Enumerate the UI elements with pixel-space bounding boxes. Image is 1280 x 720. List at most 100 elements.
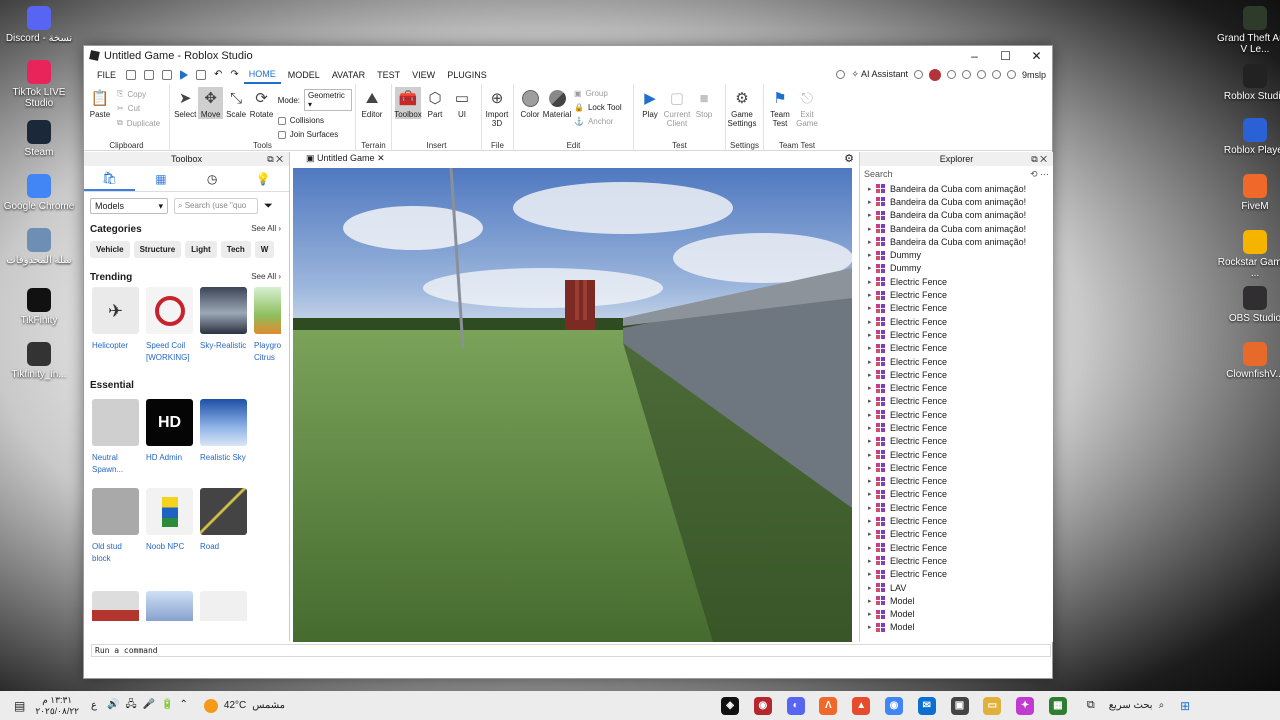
expand-arrow-icon[interactable]: ▸ [868,251,876,259]
explorer-item[interactable]: ▸ Electric Fence [868,302,1053,315]
task-view-icon[interactable]: ⧉ [1087,699,1095,712]
expand-arrow-icon[interactable]: ▸ [868,530,876,538]
category-light[interactable]: Light [185,241,217,258]
category-tech[interactable]: Tech [220,241,251,258]
asset-card[interactable]: Road [200,488,247,565]
explorer-item[interactable]: ▸ Electric Fence [868,288,1053,301]
expand-arrow-icon[interactable]: ▸ [868,384,876,392]
expand-arrow-icon[interactable]: ▸ [868,451,876,459]
toolbox-button[interactable]: 🧰 Toolbox [394,87,422,119]
trending-see-all[interactable]: See All › [251,272,281,283]
explorer-item[interactable]: ▸ LAV [868,581,1053,594]
desktop-icon[interactable]: TikTok LIVE Studio [1,60,77,109]
desktop-icon[interactable]: Roblox Studio [1217,64,1280,102]
asset-card[interactable] [146,591,193,621]
expand-arrow-icon[interactable]: ▸ [868,623,876,631]
redo-icon[interactable]: ↷ [230,69,238,80]
explorer-item[interactable]: ▸ Electric Fence [868,475,1053,488]
expand-arrow-icon[interactable]: ▸ [868,397,876,405]
collisions-checkbox[interactable] [277,116,286,125]
viewport-scene[interactable] [293,168,852,642]
expand-arrow-icon[interactable]: ▸ [868,185,876,193]
new-file-icon[interactable] [126,69,137,80]
asset-card[interactable] [92,591,139,621]
expand-arrow-icon[interactable]: ▸ [868,584,876,592]
import3d-button[interactable]: ⊕ Import 3D [485,87,509,129]
explorer-search-input[interactable]: Search ⟲ ⋯ [860,166,1053,182]
tab-untitled-game[interactable]: ▣ Untitled Game ✕ [300,152,391,165]
tab-recent[interactable]: ◷ [187,166,238,191]
explorer-item[interactable]: ▸ Electric Fence [868,381,1053,394]
roblox-studio-taskbar-icon[interactable]: ◈ [721,696,740,715]
join-surfaces-checkbox[interactable] [277,130,286,139]
duplicate-button[interactable]: ⧉ Duplicate [117,118,160,128]
explorer-item[interactable]: ▸ Electric Fence [868,368,1053,381]
expand-arrow-icon[interactable]: ▸ [868,504,876,512]
expand-arrow-icon[interactable]: ▸ [868,490,876,498]
expand-arrow-icon[interactable]: ▸ [868,225,876,233]
explorer-item[interactable]: ▸ Electric Fence [868,421,1053,434]
chrome-taskbar-icon[interactable]: ◉ [884,696,903,715]
menu-file[interactable]: FILE [92,67,121,83]
explorer-item[interactable]: ▸ Bandeira da Cuba com animação! [868,195,1053,208]
expand-arrow-icon[interactable]: ▸ [868,437,876,445]
toolbox-close-icon[interactable]: ⧉ ✕ [267,152,283,166]
explorer-item[interactable]: ▸ Bandeira da Cuba com animação! [868,222,1053,235]
part-button[interactable]: ⬡ Part [422,87,448,120]
explorer-item[interactable]: ▸ Electric Fence [868,275,1053,288]
color-button[interactable]: Color [517,87,543,119]
expand-arrow-icon[interactable]: ▸ [868,344,876,352]
expand-arrow-icon[interactable]: ▸ [868,358,876,366]
desktop-icon[interactable]: Roblox Player [1217,118,1280,156]
tab-creations[interactable]: 💡 [238,166,289,191]
explorer-close-icon[interactable]: ⧉ ✕ [1031,152,1047,166]
play-button[interactable]: ▶ Play [637,87,663,120]
desktop-icon[interactable]: Google Chrome [1,174,77,212]
stop-button[interactable]: ■ Stop [691,87,717,120]
explorer-item[interactable]: ▸ Electric Fence [868,408,1053,421]
expand-arrow-icon[interactable]: ▸ [868,544,876,552]
expand-arrow-icon[interactable]: ▸ [868,331,876,339]
tiktok-live-taskbar-icon[interactable]: ▲ [852,696,871,715]
team-test-button[interactable]: ⚑ Team Test [767,87,793,129]
game-settings-button[interactable]: ⚙ Game Settings [728,87,757,129]
asset-card[interactable]: Neutral Spawn... [92,399,139,476]
menu-plugins[interactable]: PLUGINS [442,67,492,83]
desktop-icon[interactable]: TikFinity [1,288,77,326]
menu-model[interactable]: MODEL [283,67,325,83]
explorer-item[interactable]: ▸ Bandeira da Cuba com animação! [868,209,1053,222]
menu-avatar[interactable]: AVATAR [327,67,370,83]
sync-icon[interactable] [913,70,923,79]
weather-widget[interactable]: 42°C مشمس [203,698,285,713]
menu-test[interactable]: TEST [372,67,405,83]
asset-card[interactable]: Realistic Sky [200,399,247,476]
asset-type-dropdown[interactable]: Models ▾ [90,198,168,214]
ui-button[interactable]: ▭ UI [449,87,475,120]
viewport-settings-icon[interactable]: ⚙ [844,152,854,165]
cloud-icon[interactable] [991,70,1001,79]
collisions-toggle[interactable]: Collisions [277,116,352,125]
expand-arrow-icon[interactable]: ▸ [868,477,876,485]
discord-taskbar-icon[interactable]: ◐ [786,696,805,715]
start-icon[interactable]: ⊞ [1180,699,1190,713]
explorer-item[interactable]: ▸ Electric Fence [868,554,1053,567]
explorer-item[interactable]: ▸ Electric Fence [868,568,1053,581]
explorer-item[interactable]: ▸ Dummy [868,248,1053,261]
menu-home[interactable]: HOME [243,66,281,84]
explorer-item[interactable]: ▸ Electric Fence [868,488,1053,501]
explorer-item[interactable]: ▸ Electric Fence [868,315,1053,328]
explorer-item[interactable]: ▸ Model [868,621,1053,634]
ai-assistant-button[interactable]: ✧ AI Assistant [851,69,908,80]
minimize-button[interactable]: – [959,49,990,63]
explorer-item[interactable]: ▸ Model [868,594,1053,607]
expand-arrow-icon[interactable]: ▸ [868,610,876,618]
explorer-item[interactable]: ▸ Electric Fence [868,541,1053,554]
asset-card[interactable]: Noob NPC [146,488,193,565]
terrain-editor-button[interactable]: ⛰ Editor [359,87,385,120]
paste-button[interactable]: 📋 Paste [87,87,113,120]
material-button[interactable]: Material [543,87,571,119]
taskbar-search[interactable]: بحث سريع ⌕ [1109,700,1164,711]
explorer-item[interactable]: ▸ Electric Fence [868,501,1053,514]
expand-arrow-icon[interactable]: ▸ [868,304,876,312]
explorer-item[interactable]: ▸ Electric Fence [868,435,1053,448]
